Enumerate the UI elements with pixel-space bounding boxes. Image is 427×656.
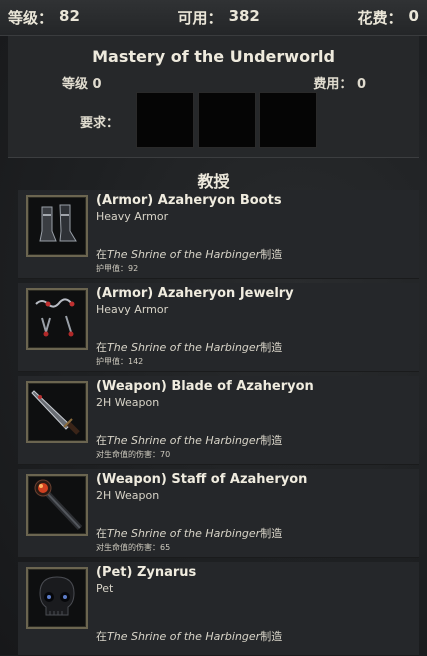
item-name: (Weapon) Blade of Azaheryon (96, 379, 314, 394)
staff-icon (26, 474, 88, 536)
list-item[interactable]: (Armor) Azaheryon Jewelry Heavy Armor 在T… (18, 283, 419, 372)
item-type: Pet (96, 582, 114, 595)
mastery-level-label: 等级 (62, 77, 89, 92)
item-type: Heavy Armor (96, 210, 169, 223)
blade-icon (26, 381, 88, 443)
item-type: 2H Weapon (96, 396, 160, 409)
crafted-at: 在The Shrine of the Harbinger制造 (96, 248, 283, 261)
requirement-slot[interactable] (198, 92, 256, 148)
requirements-label: 要求： (80, 116, 120, 131)
item-stat: 对生命值的伤害：65 (96, 543, 171, 552)
points-bar: 等级： 82 可用： 382 花费： 0 (0, 0, 427, 36)
mastery-level: 等级 0 (62, 73, 102, 92)
list-item[interactable]: (Weapon) Staff of Azaheryon 2H Weapon 在T… (18, 469, 419, 558)
item-stat: 护甲值：92 (96, 264, 139, 273)
requirement-slot[interactable] (259, 92, 317, 148)
item-stat: 护甲值：142 (96, 357, 144, 366)
teaches-heading: 教授 (197, 172, 230, 191)
spent-label: 花费： (357, 9, 403, 27)
available-stat: 可用： 382 (178, 7, 260, 28)
crafted-at: 在The Shrine of the Harbinger制造 (96, 434, 283, 447)
crafted-at: 在The Shrine of the Harbinger制造 (96, 630, 283, 643)
mastery-cost: 费用： 0 (313, 73, 366, 92)
mastery-cost-label: 费用： (313, 77, 353, 92)
list-item[interactable]: (Weapon) Blade of Azaheryon 2H Weapon 在T… (18, 376, 419, 465)
item-name: (Weapon) Staff of Azaheryon (96, 472, 308, 487)
mastery-level-value: 0 (92, 77, 102, 92)
list-item[interactable]: (Armor) Azaheryon Boots Heavy Armor 在The… (18, 190, 419, 279)
skull-icon (26, 567, 88, 629)
crafted-at: 在The Shrine of the Harbinger制造 (96, 527, 283, 540)
spent-stat: 花费： 0 (358, 7, 419, 28)
requirement-slot[interactable] (136, 92, 194, 148)
item-stat: 对生命值的伤害：70 (96, 450, 171, 459)
level-value: 82 (59, 7, 80, 25)
boots-icon (26, 195, 88, 257)
level-label: 等级： (8, 9, 54, 27)
mastery-cost-value: 0 (356, 77, 366, 92)
crafted-at: 在The Shrine of the Harbinger制造 (96, 341, 283, 354)
item-name: (Armor) Azaheryon Boots (96, 193, 282, 208)
jewelry-icon (26, 288, 88, 350)
item-name: (Pet) Zynarus (96, 565, 197, 580)
mastery-title: Mastery of the Underworld (92, 47, 335, 66)
item-type: 2H Weapon (96, 489, 160, 502)
list-item[interactable]: (Pet) Zynarus Pet 在The Shrine of the Har… (18, 562, 419, 656)
available-label: 可用： (177, 9, 223, 27)
mastery-panel: Mastery of the Underworld 等级 0 费用： 0 要求： (8, 36, 419, 158)
item-name: (Armor) Azaheryon Jewelry (96, 286, 294, 301)
item-type: Heavy Armor (96, 303, 169, 316)
level-stat: 等级： 82 (8, 7, 80, 28)
available-value: 382 (228, 7, 260, 25)
spent-value: 0 (408, 7, 419, 25)
